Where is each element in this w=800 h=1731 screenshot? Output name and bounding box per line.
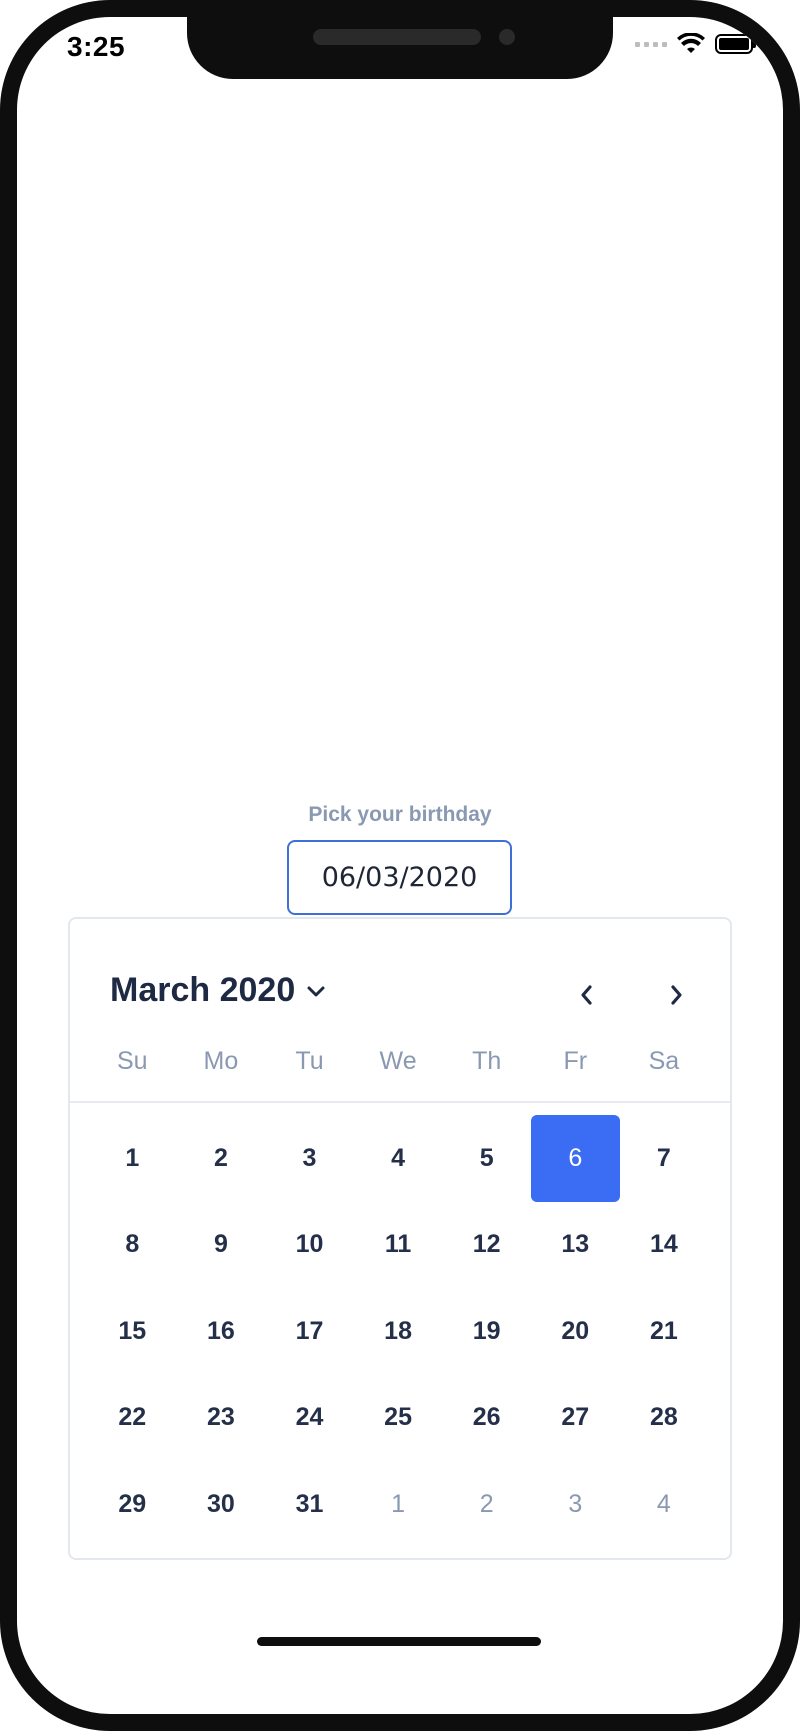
calendar-divider xyxy=(70,1101,730,1103)
day-cell[interactable]: 10 xyxy=(265,1202,354,1289)
status-time: 3:25 xyxy=(67,31,126,62)
status-icons xyxy=(635,33,756,55)
day-cell-outside[interactable]: 4 xyxy=(620,1461,709,1548)
day-cell[interactable]: 24 xyxy=(265,1375,354,1462)
weekday-header: Su Mo Tu We Th Fr Sa xyxy=(70,1045,730,1099)
battery-icon xyxy=(715,34,756,54)
day-cell[interactable]: 26 xyxy=(442,1375,531,1462)
day-cell[interactable]: 30 xyxy=(177,1461,266,1548)
chevron-down-icon xyxy=(307,986,325,996)
home-indicator[interactable] xyxy=(257,1637,541,1646)
day-cell[interactable]: 7 xyxy=(620,1115,709,1202)
speaker xyxy=(313,29,481,45)
day-cell[interactable]: 9 xyxy=(177,1202,266,1289)
wifi-icon xyxy=(677,33,705,53)
birthday-date-input[interactable] xyxy=(287,840,512,915)
day-cell[interactable]: 12 xyxy=(442,1202,531,1289)
day-cell-outside[interactable]: 2 xyxy=(442,1461,531,1548)
day-cell[interactable]: 8 xyxy=(88,1202,177,1289)
weekday-label: Th xyxy=(472,1047,502,1075)
signal-icon xyxy=(635,41,667,47)
day-cell[interactable]: 15 xyxy=(88,1288,177,1375)
day-cell[interactable]: 23 xyxy=(177,1375,266,1462)
day-cell[interactable]: 11 xyxy=(354,1202,443,1289)
weekday-label: We xyxy=(379,1047,417,1075)
next-month-button[interactable] xyxy=(656,975,696,1015)
notch xyxy=(187,17,613,79)
day-cell[interactable]: 2 xyxy=(177,1115,266,1202)
day-cell[interactable]: 22 xyxy=(88,1375,177,1462)
day-cell[interactable]: 19 xyxy=(442,1288,531,1375)
chevron-right-icon xyxy=(671,985,682,1005)
screen: 3:25 Pick your birthday March 2020 xyxy=(17,17,783,1714)
day-cell[interactable]: 17 xyxy=(265,1288,354,1375)
day-cell[interactable]: 31 xyxy=(265,1461,354,1548)
weekday-label: Tu xyxy=(295,1047,324,1075)
weekday-label: Su xyxy=(117,1047,148,1075)
day-cell[interactable]: 20 xyxy=(531,1288,620,1375)
day-cell[interactable]: 1 xyxy=(88,1115,177,1202)
day-cell[interactable]: 14 xyxy=(620,1202,709,1289)
calendar-popup: March 2020 Su Mo Tu We Th Fr Sa 1 2 3 4 … xyxy=(68,917,732,1560)
weekday-label: Mo xyxy=(203,1047,239,1075)
chevron-left-icon xyxy=(581,985,592,1005)
day-cell[interactable]: 27 xyxy=(531,1375,620,1462)
day-cell[interactable]: 21 xyxy=(620,1288,709,1375)
day-cell[interactable]: 4 xyxy=(354,1115,443,1202)
day-cell[interactable]: 16 xyxy=(177,1288,266,1375)
prev-month-button[interactable] xyxy=(567,975,607,1015)
day-cell[interactable]: 3 xyxy=(265,1115,354,1202)
day-grid: 1 2 3 4 5 6 7 8 9 10 11 12 13 14 15 16 17 18 19 20 21 22 23 24 2… xyxy=(88,1115,708,1548)
birthday-label: Pick your birthday xyxy=(308,803,492,826)
day-cell[interactable]: 5 xyxy=(442,1115,531,1202)
weekday-label: Sa xyxy=(648,1047,680,1075)
day-cell[interactable]: 13 xyxy=(531,1202,620,1289)
month-selector[interactable]: March 2020 xyxy=(110,971,327,1010)
day-cell-selected[interactable]: 6 xyxy=(530,1115,620,1202)
day-cell-outside[interactable]: 3 xyxy=(531,1461,620,1548)
camera xyxy=(499,29,515,45)
day-cell[interactable]: 25 xyxy=(354,1375,443,1462)
day-cell[interactable]: 29 xyxy=(88,1461,177,1548)
phone-frame: 3:25 Pick your birthday March 2020 xyxy=(0,0,800,1731)
day-cell[interactable]: 18 xyxy=(354,1288,443,1375)
month-title: March 2020 xyxy=(110,971,296,1009)
weekday-label: Fr xyxy=(563,1047,588,1075)
day-cell[interactable]: 28 xyxy=(620,1375,709,1462)
day-cell-outside[interactable]: 1 xyxy=(354,1461,443,1548)
